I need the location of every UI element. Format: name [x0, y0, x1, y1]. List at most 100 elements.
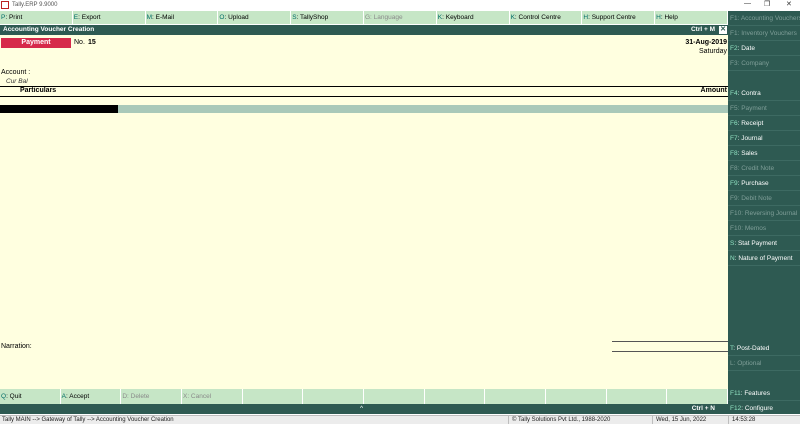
menu-keyboard[interactable]: K: Keyboard: [437, 11, 510, 24]
menu-label: : Help: [660, 14, 678, 21]
menu-support-centre[interactable]: H: Support Centre: [582, 11, 656, 24]
sidebar-button-inventory-vouchers[interactable]: F1: Inventory Vouchers: [728, 26, 800, 41]
sidebar-button-stat-payment[interactable]: S: Stat Payment: [728, 236, 800, 251]
button-accept[interactable]: A: Accept: [61, 389, 122, 404]
voucher-day: Saturday: [698, 48, 727, 55]
sidebar-button-label: : Sales: [737, 150, 758, 157]
sidebar-button-optional[interactable]: L: Optional: [728, 356, 800, 371]
button-empty-slot: [425, 389, 486, 404]
menu-label: : Keyboard: [442, 14, 474, 21]
menu-label: : Control Centre: [514, 14, 561, 21]
button-cancel[interactable]: X: Cancel: [182, 389, 243, 404]
table-header-bottom-divider: [0, 96, 728, 97]
sidebar-button-label: : Post-Dated: [733, 345, 770, 352]
sidebar-button-label: : Credit Note: [737, 165, 775, 172]
sidebar-shortcut-key: F6: [730, 120, 738, 127]
sidebar-button-post-dated[interactable]: T: Post-Dated: [728, 341, 800, 356]
sidebar-button-label: : Accounting Vouchers: [737, 15, 800, 22]
sidebar-button-sales[interactable]: F8: Sales: [728, 146, 800, 161]
voucher-type-badge[interactable]: Payment: [1, 38, 71, 48]
sidebar-button-label: : Date: [737, 45, 755, 52]
sidebar-shortcut-key: F10: [730, 210, 742, 217]
menu-tallyshop[interactable]: S: TallyShop: [291, 11, 364, 24]
menu-label: : Support Centre: [588, 14, 636, 21]
button-empty-slot: [667, 389, 728, 404]
close-window-icon[interactable]: ✕: [786, 0, 792, 8]
sidebar-button-payment[interactable]: F5: Payment: [728, 101, 800, 116]
sidebar-button-company[interactable]: F3: Company: [728, 56, 800, 71]
account-label: Account :: [1, 69, 31, 76]
menu-control-centre[interactable]: K: Control Centre: [510, 11, 583, 24]
voucher-entry-area: Payment No. 15 31-Aug-2019 Saturday Acco…: [0, 35, 728, 389]
sidebar-button-label: : Payment: [737, 105, 767, 112]
sidebar-button-label: : Nature of Payment: [734, 255, 793, 262]
menu-print[interactable]: P: Print: [0, 11, 73, 24]
sidebar-shortcut-key: F1: [730, 30, 738, 37]
sidebar-button-purchase[interactable]: F9: Purchase: [728, 176, 800, 191]
entry-row-highlight[interactable]: [118, 105, 728, 113]
header-shortcut: Ctrl + M: [690, 26, 715, 33]
button-label: : Cancel: [187, 393, 212, 400]
bottom-shortcut: Ctrl + N: [691, 405, 715, 412]
voucher-date[interactable]: 31-Aug-2019: [685, 39, 727, 46]
sidebar-button-features[interactable]: F11: Features: [728, 386, 800, 401]
status-path: Tally MAIN --> Gateway of Tally --> Acco…: [2, 417, 174, 423]
window-titlebar: Tally.ERP 9.9000 — ❐ ✕: [0, 0, 800, 10]
screen-header: Accounting Voucher Creation Ctrl + M ✕: [0, 25, 728, 35]
close-screen-icon[interactable]: ✕: [719, 26, 727, 34]
button-label: : Delete: [127, 393, 150, 400]
sidebar-button-nature-of-payment[interactable]: N: Nature of Payment: [728, 251, 800, 266]
menu-upload[interactable]: O: Upload: [218, 11, 292, 24]
sidebar-button-debit-note[interactable]: F9: Debit Note: [728, 191, 800, 206]
right-button-panel: F1: Accounting Vouchers F1: Inventory Vou…: [728, 11, 800, 416]
sidebar-button-reversing-journal[interactable]: F10: Reversing Journal: [728, 206, 800, 221]
restore-icon[interactable]: ❐: [764, 0, 770, 8]
expand-caret-icon[interactable]: ^: [360, 405, 363, 412]
button-delete[interactable]: D: Delete: [121, 389, 182, 404]
sidebar-button-label: : Journal: [737, 135, 763, 142]
sidebar-button-label: : Purchase: [737, 180, 769, 187]
status-divider: [508, 416, 509, 424]
sidebar-shortcut-key: F2: [730, 45, 738, 52]
window-title: Tally.ERP 9.9000: [12, 2, 58, 8]
sidebar-shortcut-key: F9: [730, 195, 738, 202]
sidebar-button-date[interactable]: F2: Date: [728, 41, 800, 56]
sidebar-shortcut-key: F11: [730, 390, 741, 397]
sidebar-shortcut-key: F3: [730, 60, 738, 67]
particulars-column-header: Particulars: [20, 87, 57, 94]
particulars-input-cursor[interactable]: [0, 105, 118, 113]
button-label: : Quit: [6, 393, 22, 400]
bottom-button-bar: Q: Quit A: Accept D: Delete X: Cancel: [0, 389, 728, 404]
sidebar-button-label: : Reversing Journal: [741, 210, 798, 217]
sidebar-shortcut-key: F4: [730, 90, 738, 97]
tally-app-icon: [1, 1, 9, 9]
sidebar-button-accounting-vouchers[interactable]: F1: Accounting Vouchers: [728, 11, 800, 26]
sidebar-shortcut-key: F8: [730, 150, 738, 157]
menu-language[interactable]: G: Language: [364, 11, 437, 24]
menu-export[interactable]: E: Export: [73, 11, 146, 24]
voucher-number: 15: [88, 39, 96, 46]
button-empty-slot: [303, 389, 364, 404]
minimize-icon[interactable]: —: [744, 0, 751, 7]
status-time: 14:53:28: [732, 417, 756, 423]
menu-e-mail[interactable]: M: E-Mail: [146, 11, 219, 24]
status-bar: Tally MAIN --> Gateway of Tally --> Acco…: [0, 415, 800, 424]
sidebar-button-receipt[interactable]: F6: Receipt: [728, 116, 800, 131]
narration-label: Narration:: [1, 343, 32, 350]
status-date: Wed, 15 Jun, 2022: [656, 417, 707, 423]
menu-help[interactable]: H: Help: [655, 11, 728, 24]
sidebar-button-label: : Optional: [733, 360, 762, 367]
sidebar-shortcut-key: F12: [730, 405, 742, 412]
sidebar-button-journal[interactable]: F7: Journal: [728, 131, 800, 146]
sidebar-button-contra[interactable]: F4: Contra: [728, 86, 800, 101]
sidebar-shortcut-key: F5: [730, 105, 738, 112]
sidebar-button-configure[interactable]: F12: Configure: [728, 401, 800, 416]
sidebar-button-credit-note[interactable]: F8: Credit Note: [728, 161, 800, 176]
button-empty-slot: [243, 389, 304, 404]
button-quit[interactable]: Q: Quit: [0, 389, 61, 404]
menu-label: : TallyShop: [296, 14, 329, 21]
sidebar-button-memos[interactable]: F10: Memos: [728, 221, 800, 236]
sidebar-button-label: : Features: [740, 390, 770, 397]
current-balance-label: Cur Bal: [6, 78, 28, 85]
total-line-top: [612, 341, 728, 342]
